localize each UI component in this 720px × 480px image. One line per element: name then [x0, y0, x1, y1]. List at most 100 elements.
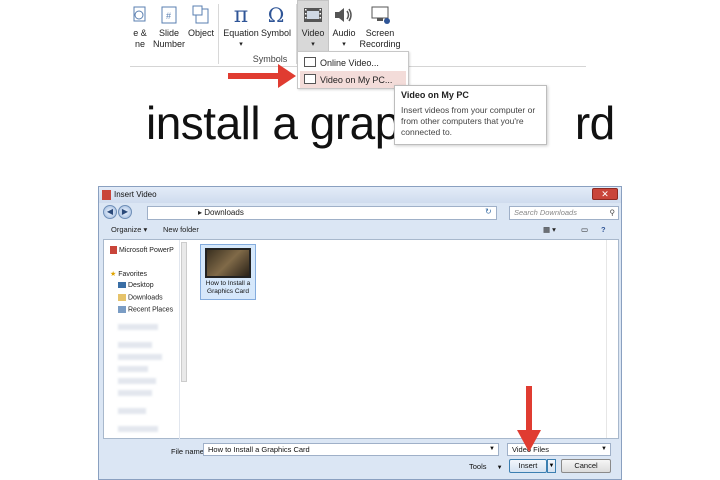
- video-on-pc-icon: [304, 74, 316, 84]
- nav-item-desktop[interactable]: Desktop: [118, 282, 154, 289]
- new-folder-button[interactable]: New folder: [163, 225, 199, 234]
- file-name-label: File name:: [171, 447, 207, 456]
- red-arrow-icon: [228, 73, 280, 79]
- file-browser: Microsoft PowerP ★ Favorites Desktop Dow…: [103, 239, 619, 440]
- nav-item-downloads-label: Downloads: [127, 294, 163, 302]
- equation-label: Equation: [223, 28, 259, 38]
- nav-item-powerpoint[interactable]: Microsoft PowerP: [110, 246, 174, 254]
- nav-item-downloads[interactable]: Downloads: [118, 294, 163, 301]
- tooltip-body: Insert videos from your computer or from…: [401, 105, 536, 137]
- clock-icon: [128, 2, 152, 28]
- speaker-icon: [330, 2, 358, 28]
- folder-icon: [118, 294, 126, 301]
- header-footer-button[interactable]: e & ne: [128, 2, 152, 50]
- blurred-nav-item: [118, 354, 162, 360]
- chevron-down-icon[interactable]: ▼: [489, 444, 495, 455]
- help-icon[interactable]: ?: [601, 225, 606, 234]
- blurred-nav-item: [118, 378, 156, 384]
- blurred-nav-item: [118, 342, 152, 348]
- cancel-button[interactable]: Cancel: [561, 459, 611, 473]
- slide-number-icon: #: [152, 2, 186, 28]
- object-icon: [187, 2, 215, 28]
- blurred-nav-item: [118, 390, 152, 396]
- symbol-button[interactable]: Ω Symbol: [260, 2, 292, 39]
- slide-number-button[interactable]: # Slide Number: [152, 2, 186, 50]
- powerpoint-icon: [110, 246, 117, 254]
- slide-number-label: Slide Number: [152, 28, 185, 49]
- audio-label: Audio: [332, 28, 356, 38]
- forward-arrow-icon[interactable]: ▶: [118, 205, 132, 219]
- nav-item-favorites-label: Favorites: [118, 271, 148, 278]
- svg-text:#: #: [166, 11, 171, 21]
- organize-button[interactable]: Organize ▾: [111, 225, 147, 234]
- address-bar[interactable]: ▸ Downloads: [147, 206, 497, 220]
- insert-dropdown-icon[interactable]: ▼: [547, 459, 556, 473]
- object-label: Object: [187, 28, 214, 38]
- red-arrow-head-icon: [517, 430, 541, 452]
- dialog-toolbar: Organize ▾ New folder ▦ ▾ ▭ ?: [103, 224, 619, 238]
- menu-item-video-on-my-pc-label: Video on My PC...: [320, 74, 393, 85]
- insert-video-dialog: Insert Video ✕ ◀ ▶ ▸ Downloads ↻ Search …: [98, 186, 622, 480]
- dialog-titlebar: Insert Video: [99, 187, 621, 203]
- object-button[interactable]: Object: [187, 2, 215, 39]
- nav-item-favorites[interactable]: ★ Favorites: [110, 270, 147, 278]
- file-item[interactable]: How to Install a Graphics Card: [200, 244, 256, 300]
- nav-scrollbar[interactable]: [181, 242, 187, 382]
- video-dropdown-menu: Online Video... Video on My PC...: [297, 51, 409, 89]
- star-icon: ★: [110, 271, 117, 278]
- back-arrow-icon[interactable]: ◀: [103, 205, 117, 219]
- search-icon: ⚲: [609, 208, 616, 217]
- blurred-nav-item: [118, 426, 158, 432]
- file-name-value: How to Install a Graphics Card: [208, 445, 310, 454]
- nav-item-recent-places-label: Recent Places: [127, 306, 174, 314]
- screen-recording-icon: [358, 2, 402, 28]
- slide-title-start: install a grap: [146, 97, 400, 149]
- video-dropdown-icon[interactable]: ▾: [298, 39, 328, 50]
- view-options-icon[interactable]: ▦ ▾: [543, 225, 556, 234]
- recent-places-icon: [118, 306, 126, 313]
- nav-item-desktop-label: Desktop: [127, 282, 154, 289]
- tooltip-title: Video on My PC: [401, 90, 469, 100]
- search-placeholder: Search Downloads: [514, 208, 577, 217]
- screen-recording-button[interactable]: Screen Recording: [358, 2, 402, 50]
- online-video-icon: [304, 57, 316, 67]
- insert-button[interactable]: Insert: [509, 459, 547, 473]
- equation-dropdown-icon[interactable]: ▾: [222, 39, 260, 50]
- menu-item-online-video[interactable]: Online Video...: [300, 54, 406, 71]
- audio-dropdown-icon[interactable]: ▾: [330, 39, 358, 50]
- chevron-down-icon: ▼: [601, 446, 607, 452]
- symbol-label: Symbol: [260, 28, 291, 38]
- menu-item-video-on-my-pc[interactable]: Video on My PC...: [300, 71, 406, 88]
- video-label: Video: [301, 28, 325, 38]
- close-button[interactable]: ✕: [592, 188, 618, 200]
- tools-button[interactable]: Tools ▼: [469, 462, 503, 471]
- group-separator: [218, 4, 219, 64]
- blurred-nav-item: [118, 366, 148, 372]
- refresh-icon[interactable]: ↻: [485, 207, 492, 216]
- tools-label: Tools: [469, 462, 487, 471]
- nav-item-recent-places[interactable]: Recent Places: [118, 306, 173, 313]
- powerpoint-icon: [102, 190, 111, 200]
- search-input[interactable]: Search Downloads ⚲: [509, 206, 619, 220]
- red-arrow-icon: [526, 386, 532, 434]
- pi-icon: π: [233, 2, 249, 28]
- screen-recording-label: Screen Recording: [359, 28, 401, 49]
- nav-item-powerpoint-label: Microsoft PowerP: [118, 246, 174, 254]
- dialog-title: Insert Video: [114, 190, 157, 199]
- red-arrow-head-icon: [278, 64, 296, 88]
- file-name-input[interactable]: How to Install a Graphics Card ▼: [203, 443, 499, 456]
- desktop-icon: [118, 282, 126, 289]
- chevron-down-icon: ▼: [496, 465, 503, 471]
- content-scrollbar[interactable]: [606, 240, 619, 438]
- video-button[interactable]: Video ▾: [298, 2, 328, 50]
- file-item-label: How to Install a Graphics Card: [205, 280, 251, 295]
- address-row: ◀ ▶ ▸ Downloads ↻ Search Downloads ⚲: [103, 205, 619, 222]
- blurred-nav-item: [118, 408, 146, 414]
- preview-pane-icon[interactable]: ▭: [581, 225, 588, 234]
- audio-button[interactable]: Audio ▾: [330, 2, 358, 50]
- tooltip-video-on-my-pc: Video on My PC Insert videos from your c…: [394, 85, 547, 145]
- equation-button[interactable]: π Equation ▾: [222, 2, 260, 50]
- film-icon: [298, 2, 328, 28]
- group-label-symbols: Symbols: [252, 54, 288, 64]
- slide-title-end: rd: [574, 97, 615, 149]
